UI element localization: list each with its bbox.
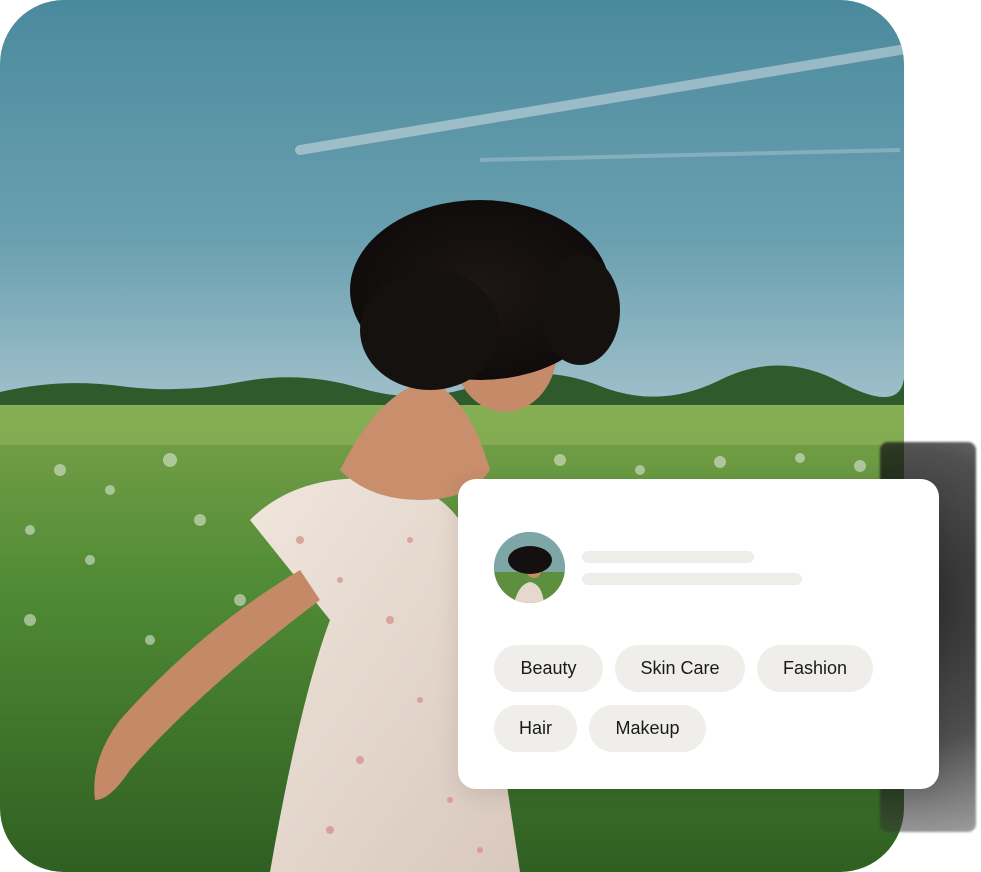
avatar-photo-icon bbox=[494, 532, 565, 603]
tag-chip-beauty[interactable]: Beauty bbox=[494, 645, 603, 692]
subtitle-placeholder-line bbox=[582, 573, 802, 585]
profile-card: Beauty Skin Care Fashion Hair Makeup bbox=[458, 479, 939, 789]
tag-chip-fashion[interactable]: Fashion bbox=[757, 645, 873, 692]
name-placeholder-line bbox=[582, 551, 754, 563]
tag-chip-skin-care[interactable]: Skin Care bbox=[615, 645, 745, 692]
profile-avatar bbox=[494, 532, 565, 603]
tag-chip-hair[interactable]: Hair bbox=[494, 705, 577, 752]
tag-chip-makeup[interactable]: Makeup bbox=[589, 705, 706, 752]
promo-visual: Beauty Skin Care Fashion Hair Makeup bbox=[0, 0, 981, 872]
